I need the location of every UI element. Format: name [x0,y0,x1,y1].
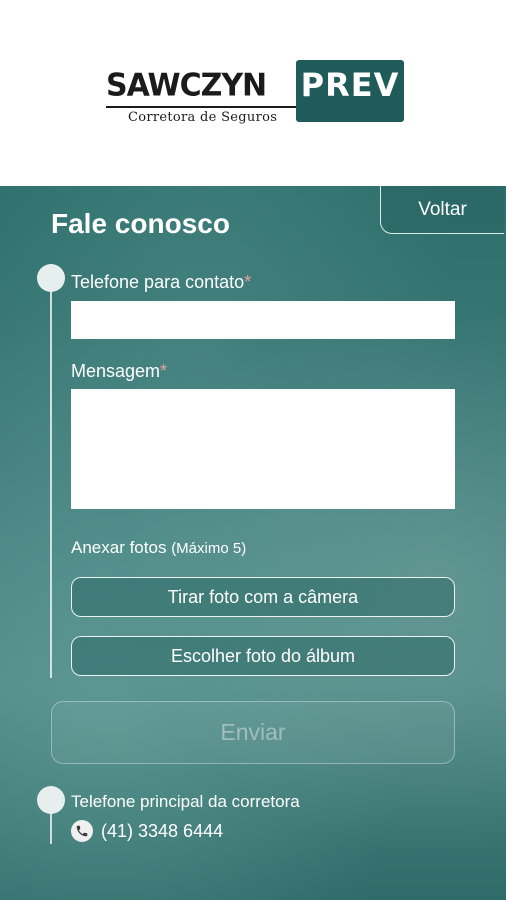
choose-photo-button[interactable]: Escolher foto do álbum [71,636,455,676]
timeline-dot-form [37,264,65,292]
back-button[interactable]: Voltar [380,186,504,234]
required-mark: * [160,361,168,381]
logo-underline [106,106,296,108]
take-photo-button[interactable]: Tirar foto com a câmera [71,577,455,617]
phone-field-label: Telefone para contato* [71,272,251,293]
header: SAWCZYN PREV Corretora de Seguros [0,0,506,186]
message-textarea[interactable] [71,389,455,509]
message-field-label: Mensagem* [71,361,167,382]
timeline-line [50,278,52,678]
main-phone-row[interactable]: (41) 3348 6444 [71,820,223,842]
phone-icon-glyph [76,825,88,837]
sawczynprev-logo: SAWCZYN PREV Corretora de Seguros [106,60,406,128]
main-phone-label: Telefone principal da corretora [71,792,300,811]
send-button[interactable]: Enviar [51,701,455,764]
attach-photos-label: Anexar fotos (Máximo 5) [71,538,246,558]
logo-accent-text: PREV [300,66,400,104]
required-mark: * [244,272,252,292]
attach-hint: (Máximo 5) [171,540,247,557]
contact-panel: Fale conosco Voltar Telefone para contat… [0,186,506,900]
attach-label-text: Anexar fotos [71,538,167,557]
message-label-text: Mensagem [71,361,161,381]
phone-icon [71,820,93,842]
page-title: Fale conosco [51,208,230,239]
logo-main-text: SAWCZYN [106,67,267,104]
main-phone-number: (41) 3348 6444 [101,820,224,841]
phone-input[interactable] [71,301,455,339]
logo-subtitle: Corretora de Seguros [128,110,278,125]
timeline-dot-contact [37,786,65,814]
phone-label-text: Telefone para contato [71,272,245,292]
